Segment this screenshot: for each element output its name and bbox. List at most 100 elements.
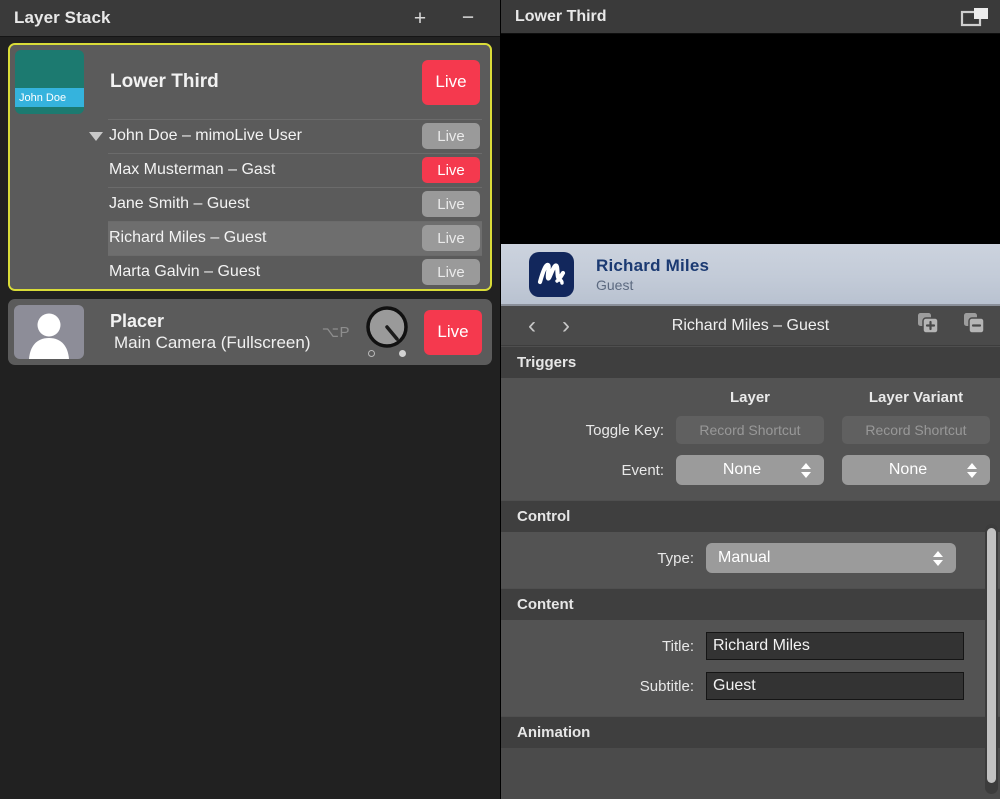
add-variant-button[interactable]	[916, 311, 940, 340]
lower-third-banner: Richard Miles Guest	[501, 244, 1000, 306]
mimolive-logo-icon	[537, 262, 565, 285]
title-label: Title:	[662, 637, 694, 655]
banner-title: Richard Miles	[596, 255, 710, 275]
variant-live-wrap: Live	[422, 259, 490, 285]
variant-label: Jane Smith – Guest	[109, 195, 250, 212]
toggle-key-row: Toggle Key: Record Shortcut Record Short…	[501, 410, 1000, 450]
layer-header-row[interactable]: John Doe Lower Third Live	[10, 45, 490, 119]
placer-shortcut-label: ⌥P	[321, 324, 350, 341]
layer-preview	[501, 34, 1000, 244]
knob-dot-min	[368, 350, 375, 357]
stepper-icon	[798, 462, 814, 478]
control-type-row: Type: Manual	[501, 538, 1000, 578]
variant-label: Richard Miles – Guest	[109, 229, 267, 246]
panel-title: Layer Stack	[14, 8, 111, 27]
duplicate-remove-icon	[964, 313, 985, 334]
layer-stack-header-buttons: + −	[410, 7, 486, 29]
variant-label: Max Musterman – Gast	[109, 161, 276, 178]
remove-variant-button[interactable]	[962, 311, 986, 340]
logo-badge	[529, 251, 574, 297]
thumbnail-label: John Doe	[19, 91, 67, 104]
duplicate-add-icon	[918, 313, 939, 334]
variant-live-wrap: Live	[422, 123, 490, 149]
variant-label: Marta Galvin – Guest	[109, 263, 261, 280]
section-header-content: Content	[501, 588, 1000, 620]
event-label: Event:	[621, 461, 664, 479]
knob-range-dots	[368, 350, 406, 357]
row-divider	[108, 255, 482, 256]
stepper-icon	[930, 550, 946, 566]
add-layer-button[interactable]: +	[410, 8, 430, 29]
mimolive-window: Layer Stack + − John Doe Lower Third Liv…	[0, 0, 1000, 799]
knob-dot-max	[399, 350, 406, 357]
layer-title-area: Lower Third	[84, 45, 422, 119]
variant-actions	[916, 311, 986, 340]
layer-item-lower-third[interactable]: John Doe Lower Third Live John Doe – mim…	[8, 43, 492, 291]
placer-source-label: Main Camera (Fullscreen)	[114, 333, 311, 352]
subtitle-label: Subtitle:	[639, 677, 694, 695]
chevron-down-icon	[801, 471, 811, 478]
event-layer-value: None	[722, 461, 762, 478]
chevron-down-icon	[89, 131, 103, 141]
detach-window-icon[interactable]	[960, 6, 990, 28]
title-input[interactable]: Richard Miles	[706, 632, 964, 660]
variant-live-button[interactable]: Live	[422, 225, 480, 251]
event-variant-dropdown[interactable]: None	[842, 455, 990, 485]
variant-live-button[interactable]: Live	[422, 157, 480, 183]
layer-inspector-panel: Lower Third Richard Miles Guest Richard …	[500, 0, 1000, 799]
layer-variant-row-4[interactable]: Marta Galvin – Guest Live	[10, 255, 490, 289]
variant-live-button[interactable]: Live	[422, 123, 480, 149]
toggle-key-layer-field[interactable]: Record Shortcut	[676, 416, 824, 444]
previous-variant-button[interactable]: ‹	[515, 309, 549, 343]
opacity-knob[interactable]	[364, 306, 410, 358]
chevron-up-icon	[967, 462, 977, 469]
variant-live-button[interactable]: Live	[422, 191, 480, 217]
placer-layer-name: Placer	[110, 311, 165, 331]
layer-variant-row-2[interactable]: Jane Smith – Guest Live	[10, 187, 490, 221]
next-variant-button[interactable]: ›	[549, 309, 583, 343]
control-type-value: Manual	[718, 549, 771, 566]
control-type-dropdown[interactable]: Manual	[706, 543, 956, 573]
person-icon	[29, 313, 69, 359]
placer-thumbnail-wrap	[8, 299, 84, 365]
detach-window-glyph	[960, 7, 988, 26]
placer-live-button[interactable]: Live	[424, 309, 482, 355]
knob-dial-icon	[366, 306, 408, 348]
chevron-up-icon	[933, 550, 943, 557]
inspector-title: Lower Third	[515, 7, 607, 25]
chevron-up-icon	[801, 462, 811, 469]
remove-layer-button[interactable]: −	[458, 7, 478, 28]
layer-name: Lower Third	[110, 71, 219, 92]
layer-stack-list: John Doe Lower Third Live John Doe – mim…	[0, 37, 500, 799]
variant-label: John Doe – mimoLive User	[109, 127, 302, 144]
placer-controls: ⌥P Live	[322, 299, 492, 365]
layer-live-button[interactable]: Live	[422, 59, 480, 105]
layer-thumbnail-wrap: John Doe	[10, 45, 84, 119]
banner-subtitle: Guest	[596, 276, 634, 293]
layer-item-placer[interactable]: Placer Main Camera (Fullscreen) ⌥P Live	[8, 299, 492, 365]
layer-variant-row-1[interactable]: Max Musterman – Gast Live	[10, 153, 490, 187]
placer-thumbnail	[14, 305, 84, 359]
event-row: Event: None None	[501, 450, 1000, 490]
disclosure-triangle-wrap[interactable]	[84, 131, 108, 141]
placer-text-area: Placer Main Camera (Fullscreen)	[84, 299, 322, 365]
column-header-layer: Layer	[729, 388, 771, 406]
row-divider	[108, 119, 482, 120]
column-header-layer-variant: Layer Variant	[868, 388, 964, 406]
scrollbar-thumb[interactable]	[987, 528, 996, 783]
subtitle-input[interactable]: Guest	[706, 672, 964, 700]
layer-live-wrap: Live	[422, 45, 490, 119]
layer-variant-row-3[interactable]: Richard Miles – Guest Live	[10, 221, 490, 255]
variant-navigation-bar: Richard Miles – Guest ‹ ›	[501, 306, 1000, 346]
control-type-label: Type:	[657, 549, 694, 567]
inspector-scrollbar[interactable]	[985, 524, 998, 794]
row-divider	[108, 187, 482, 188]
event-layer-dropdown[interactable]: None	[676, 455, 824, 485]
toggle-key-variant-field[interactable]: Record Shortcut	[842, 416, 990, 444]
row-divider	[108, 221, 482, 222]
layer-variant-list: John Doe – mimoLive User Live Max Muster…	[10, 119, 490, 289]
variant-live-button[interactable]: Live	[422, 259, 480, 285]
layer-variant-row-0[interactable]: John Doe – mimoLive User Live	[10, 119, 490, 153]
toggle-key-label: Toggle Key:	[585, 421, 664, 439]
section-body-content: Title: Richard Miles Subtitle: Guest	[501, 620, 1000, 716]
